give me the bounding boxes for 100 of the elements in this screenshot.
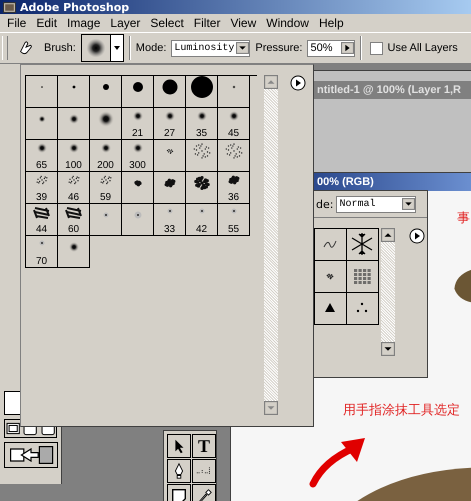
eyedropper-tool[interactable] <box>192 484 216 501</box>
brush-preset[interactable]: 70 <box>26 236 58 268</box>
brush-preset[interactable] <box>122 172 154 204</box>
palette-menu-icon[interactable] <box>290 75 306 91</box>
toolbar-grip[interactable] <box>2 36 8 60</box>
scrollbar[interactable] <box>381 228 395 356</box>
brush-preset[interactable] <box>26 108 58 140</box>
star-brush-icon <box>39 240 44 246</box>
brush-preset[interactable] <box>154 76 186 108</box>
brush-preset[interactable]: 39 <box>26 172 58 204</box>
brush-preset[interactable] <box>58 236 90 268</box>
brush-preset[interactable] <box>154 140 186 172</box>
brush-preset[interactable] <box>347 261 379 293</box>
soft-brush-icon <box>132 110 143 122</box>
brush-preset[interactable]: 100 <box>58 140 90 172</box>
brush-preset[interactable] <box>90 108 122 140</box>
brush-preset[interactable] <box>90 76 122 108</box>
brush-preset[interactable]: 27 <box>154 108 186 140</box>
use-all-layers-label: Use All Layers <box>388 42 458 54</box>
use-all-layers-checkbox[interactable] <box>370 42 382 54</box>
hard-brush-icon <box>132 82 142 92</box>
brush-preset[interactable] <box>26 76 58 108</box>
brush-preset[interactable] <box>347 293 379 325</box>
star-brush-icon <box>167 208 172 214</box>
brush-preset[interactable]: 45 <box>218 108 250 140</box>
brush-preset[interactable] <box>347 229 379 261</box>
menu-item[interactable]: Select <box>145 16 189 30</box>
brush-preset[interactable] <box>122 204 154 236</box>
menu-item[interactable]: File <box>2 16 32 30</box>
spatter-brush-icon <box>36 176 47 184</box>
brush-preset[interactable]: 65 <box>26 140 58 172</box>
mode-select[interactable]: Luminosity <box>171 40 250 56</box>
brush-size-label: 59 <box>100 192 112 203</box>
brush-preset[interactable] <box>122 76 154 108</box>
brush-size-label: 65 <box>36 160 48 171</box>
menu-item[interactable]: Image <box>62 16 106 30</box>
menu-item[interactable]: View <box>225 16 262 30</box>
brush-preset[interactable]: 46 <box>58 172 90 204</box>
menu-item[interactable]: Layer <box>105 16 146 30</box>
brush-preset[interactable] <box>186 76 218 108</box>
soft-brush-icon <box>100 142 111 154</box>
brush-preset[interactable] <box>315 293 347 325</box>
brush-size-label: 60 <box>68 224 80 235</box>
panel-menu-icon[interactable] <box>409 228 425 244</box>
note-tool[interactable] <box>167 484 191 501</box>
brush-preset[interactable]: 44 <box>26 204 58 236</box>
menu-item[interactable]: Filter <box>188 16 226 30</box>
brush-preset[interactable] <box>315 229 347 261</box>
menu-item[interactable]: Edit <box>31 16 62 30</box>
spatter-brush-icon <box>100 176 111 184</box>
type-tool[interactable]: T <box>192 434 216 458</box>
brush-preset[interactable] <box>154 172 186 204</box>
menu-item[interactable]: Window <box>261 16 314 30</box>
brush-size-label: 35 <box>196 128 208 139</box>
scroll-down-icon[interactable] <box>381 342 395 356</box>
brush-preset[interactable]: 59 <box>90 172 122 204</box>
brush-preset[interactable] <box>58 76 90 108</box>
brush-preset[interactable] <box>58 108 90 140</box>
brush-preset[interactable]: 60 <box>58 204 90 236</box>
menu-item[interactable]: Help <box>314 16 349 30</box>
mode-select[interactable]: Normal <box>336 196 416 212</box>
annotation-text: 用手指涂抹工具选定 <box>343 402 460 419</box>
brush-preset[interactable]: 33 <box>154 204 186 236</box>
chalk-brush-icon <box>194 176 210 190</box>
brush-size-label: 55 <box>228 224 240 235</box>
brush-preset[interactable] <box>186 140 218 172</box>
note-icon <box>170 487 188 501</box>
squiggle-brush-icon <box>324 240 336 248</box>
snowflake-brush-icon <box>351 232 373 256</box>
grid-brush-icon <box>354 269 371 284</box>
soft-brush-icon <box>232 85 236 89</box>
brush-preset[interactable]: 55 <box>218 204 250 236</box>
brush-preset[interactable] <box>218 140 250 172</box>
brush-preset[interactable]: 21 <box>122 108 154 140</box>
spatter-brush-icon <box>193 143 210 159</box>
pressure-field[interactable]: 50% <box>307 40 354 56</box>
bristle-brush-icon <box>64 207 82 219</box>
brush-preset[interactable] <box>218 76 250 108</box>
brush-preset[interactable]: 42 <box>186 204 218 236</box>
brush-preset[interactable]: 300 <box>122 140 154 172</box>
brush-preset[interactable] <box>186 172 218 204</box>
window-icon[interactable] <box>5 420 22 437</box>
brush-size-label: 36 <box>228 192 240 203</box>
brush-preset[interactable] <box>90 204 122 236</box>
brush-preset[interactable]: 36 <box>218 172 250 204</box>
brush-size-label: 21 <box>132 128 144 139</box>
brush-label: Brush: <box>44 42 76 54</box>
brush-preset[interactable]: 35 <box>186 108 218 140</box>
annotation-text: 事 <box>457 210 470 227</box>
brush-size-label: 70 <box>36 256 48 267</box>
soft-brush-icon <box>38 115 46 123</box>
brush-size-label: 27 <box>164 128 176 139</box>
pen-tool[interactable] <box>167 459 191 483</box>
arrow-tool[interactable] <box>167 434 191 458</box>
star-brush-icon <box>231 208 236 214</box>
brush-preset[interactable] <box>315 261 347 293</box>
brush-size-label: 45 <box>228 128 240 139</box>
brush-preset[interactable]: 200 <box>90 140 122 172</box>
brush-picker[interactable] <box>80 34 124 62</box>
scroll-up-icon[interactable] <box>381 228 395 242</box>
